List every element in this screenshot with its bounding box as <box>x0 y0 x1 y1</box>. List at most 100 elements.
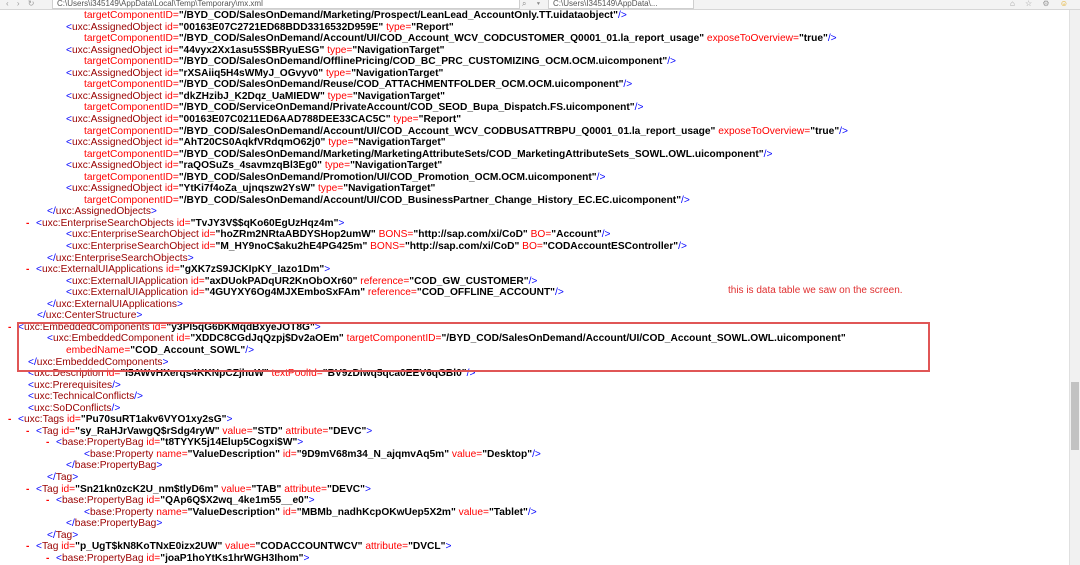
collapse-toggle[interactable]: - <box>26 264 34 276</box>
xml-token: "/BYD_COD/SalesOnDemand/Marketing/Market… <box>178 148 764 160</box>
xml-token: /> <box>527 506 537 518</box>
xml-token: "axDUokPADqUR2KnObOXr60" <box>204 275 358 287</box>
xml-token: "http://sap.com/xi/CoD" <box>413 229 528 241</box>
smiley-icon[interactable]: ☺ <box>1060 0 1072 8</box>
collapse-toggle[interactable]: - <box>26 484 34 496</box>
xml-token: targetComponentID= <box>84 171 179 183</box>
xml-token: "/BYD_COD/SalesOnDemand/Reuse/COD_ATTACH… <box>178 79 624 91</box>
xml-token: /> <box>134 391 143 403</box>
xml-token: "Account" <box>551 229 602 241</box>
home-star-gear-icon[interactable]: ⌂ ☆ ⚙ <box>1010 0 1054 8</box>
xml-token: Tag <box>55 472 73 483</box>
xml-token: value= <box>222 541 256 553</box>
xml-token: "COD_GW_CUSTOMER" <box>409 275 529 287</box>
xml-token: Tag <box>41 541 59 553</box>
xml-token: uxc:AssignedObject <box>71 67 162 79</box>
xml-token: Tag <box>55 529 73 541</box>
xml-token: id= <box>162 67 179 79</box>
xml-line: - <uxc:Tags id="Pu70suRT1akv6VYO1xy2sG"> <box>8 414 232 426</box>
xml-token: value= <box>449 448 483 460</box>
xml-line: <base:Property name="ValueDescription" i… <box>84 507 537 519</box>
xml-token: "/BYD_COD/SalesOnDemand/Account/UI/COD_A… <box>178 33 705 45</box>
browser-tab[interactable]: C:\Users\I345149\AppData\... <box>548 0 694 9</box>
xml-token: uxc:AssignedObject <box>71 113 162 125</box>
xml-token: </ <box>66 460 75 472</box>
xml-line: targetComponentID="/BYD_COD/SalesOnDeman… <box>84 149 772 161</box>
nav-buttons-icon[interactable]: ‹ › ↻ <box>6 0 37 8</box>
xml-line: - <base:PropertyBag id="t8TYYK5j14Elup5Co… <box>46 437 303 449</box>
xml-line: targetComponentID="/BYD_COD/SalesOnDeman… <box>84 172 605 184</box>
xml-token: id= <box>64 414 81 426</box>
xml-token: type= <box>325 137 354 149</box>
xml-line: <uxc:AssignedObject id="rXSAiiq5H4sWMyJ_… <box>66 68 443 80</box>
xml-token: /> <box>827 33 837 45</box>
xml-token: /> <box>532 448 541 460</box>
collapse-toggle[interactable]: - <box>26 541 34 553</box>
xml-token: uxc:Tags <box>23 414 65 426</box>
xml-token: targetComponentID= <box>84 148 179 160</box>
collapse-toggle[interactable]: - <box>8 322 16 334</box>
vertical-scrollbar[interactable] <box>1069 10 1080 565</box>
xml-token: > <box>308 495 315 507</box>
xml-token: "4GUYXY6Og4MJXEmboSxFAm" <box>204 287 366 299</box>
xml-token: id= <box>162 44 179 56</box>
xml-token: BONS= <box>367 241 405 252</box>
collapse-toggle[interactable]: - <box>46 437 54 449</box>
collapse-toggle[interactable]: - <box>46 495 54 507</box>
xml-token: attribute= <box>281 483 327 495</box>
xml-token: uxc:AssignedObjects <box>55 206 151 218</box>
xml-token: name= <box>153 506 188 518</box>
xml-token: > <box>176 298 183 310</box>
annotation-text: this is data table we saw on the screen. <box>728 285 903 296</box>
collapse-toggle[interactable]: - <box>8 414 16 426</box>
xml-token: /> <box>112 379 121 391</box>
collapse-toggle[interactable]: - <box>26 218 34 230</box>
xml-token: uxc:AssignedObject <box>71 21 162 33</box>
xml-line: <base:Property name="ValueDescription" i… <box>84 449 541 461</box>
collapse-toggle[interactable]: - <box>46 553 54 565</box>
xml-token: </ <box>47 298 56 310</box>
xml-token: /> <box>634 102 644 114</box>
xml-line: </Tag> <box>47 472 78 484</box>
xml-token: Tag <box>41 483 59 495</box>
xml-token: exposeToOverview= <box>704 33 799 45</box>
xml-token: </ <box>37 310 46 322</box>
xml-line: <uxc:ExternalUIApplication id="axDUokPAD… <box>66 276 537 288</box>
collapse-toggle[interactable]: - <box>26 426 34 438</box>
xml-token: </ <box>66 518 75 530</box>
toolbar-icons[interactable]: ⌂ ☆ ⚙ ☺ <box>1010 0 1072 8</box>
xml-token: base:Property <box>89 448 154 460</box>
xml-token: "00163E07C0211ED6AAD788DEE33CAC5C" <box>178 113 391 125</box>
xml-token: exposeToOverview= <box>715 125 811 137</box>
xml-token: targetComponentID= <box>84 125 179 137</box>
xml-token: "gXK7zS9JCKIpKY_Iazo1Dm" <box>179 264 325 276</box>
xml-token: "true" <box>810 125 840 137</box>
xml-token: uxc:ExternalUIApplication <box>71 287 189 299</box>
xml-line: - <base:PropertyBag id="joaP1hoYtKs1hrWGH… <box>46 553 309 565</box>
xml-line: </uxc:ExternalUIApplications> <box>47 299 183 311</box>
xml-line: <uxc:Prerequisites/> <box>28 380 121 392</box>
xml-token: > <box>187 252 194 264</box>
xml-token: name= <box>153 448 188 460</box>
xml-token: targetComponentID= <box>84 10 179 21</box>
xml-token: targetComponentID= <box>84 56 179 68</box>
xml-token: "Desktop" <box>482 448 533 460</box>
xml-token: "rXSAiiq5H4sWMyJ_OGvyv0" <box>178 67 324 79</box>
xml-line: <uxc:TechnicalConflicts/> <box>28 391 143 403</box>
scrollbar-thumb[interactable] <box>1071 382 1079 450</box>
xml-token: "/BYD_COD/ServiceOnDemand/PrivateAccount… <box>178 102 635 114</box>
xml-token: uxc:EnterpriseSearchObject <box>71 229 199 241</box>
xml-token: BO= <box>519 241 543 252</box>
xml-token: uxc:ExternalUIApplications <box>41 264 164 276</box>
xml-token: id= <box>143 552 161 564</box>
xml-token: type= <box>315 183 344 195</box>
xml-token: id= <box>162 183 179 195</box>
xml-token: "NavigationTarget" <box>352 90 445 102</box>
xml-token: reference= <box>365 287 417 299</box>
xml-token: /> <box>618 10 627 21</box>
xml-token: /> <box>763 148 773 160</box>
xml-token: /> <box>528 275 538 287</box>
xml-token: "M_HY9noC$aku2hE4PG425m" <box>215 241 368 252</box>
address-bar[interactable]: C:\Users\i345149\AppData\Local\Temp\Temp… <box>52 0 520 9</box>
xml-token: "DEVC" <box>328 425 367 437</box>
